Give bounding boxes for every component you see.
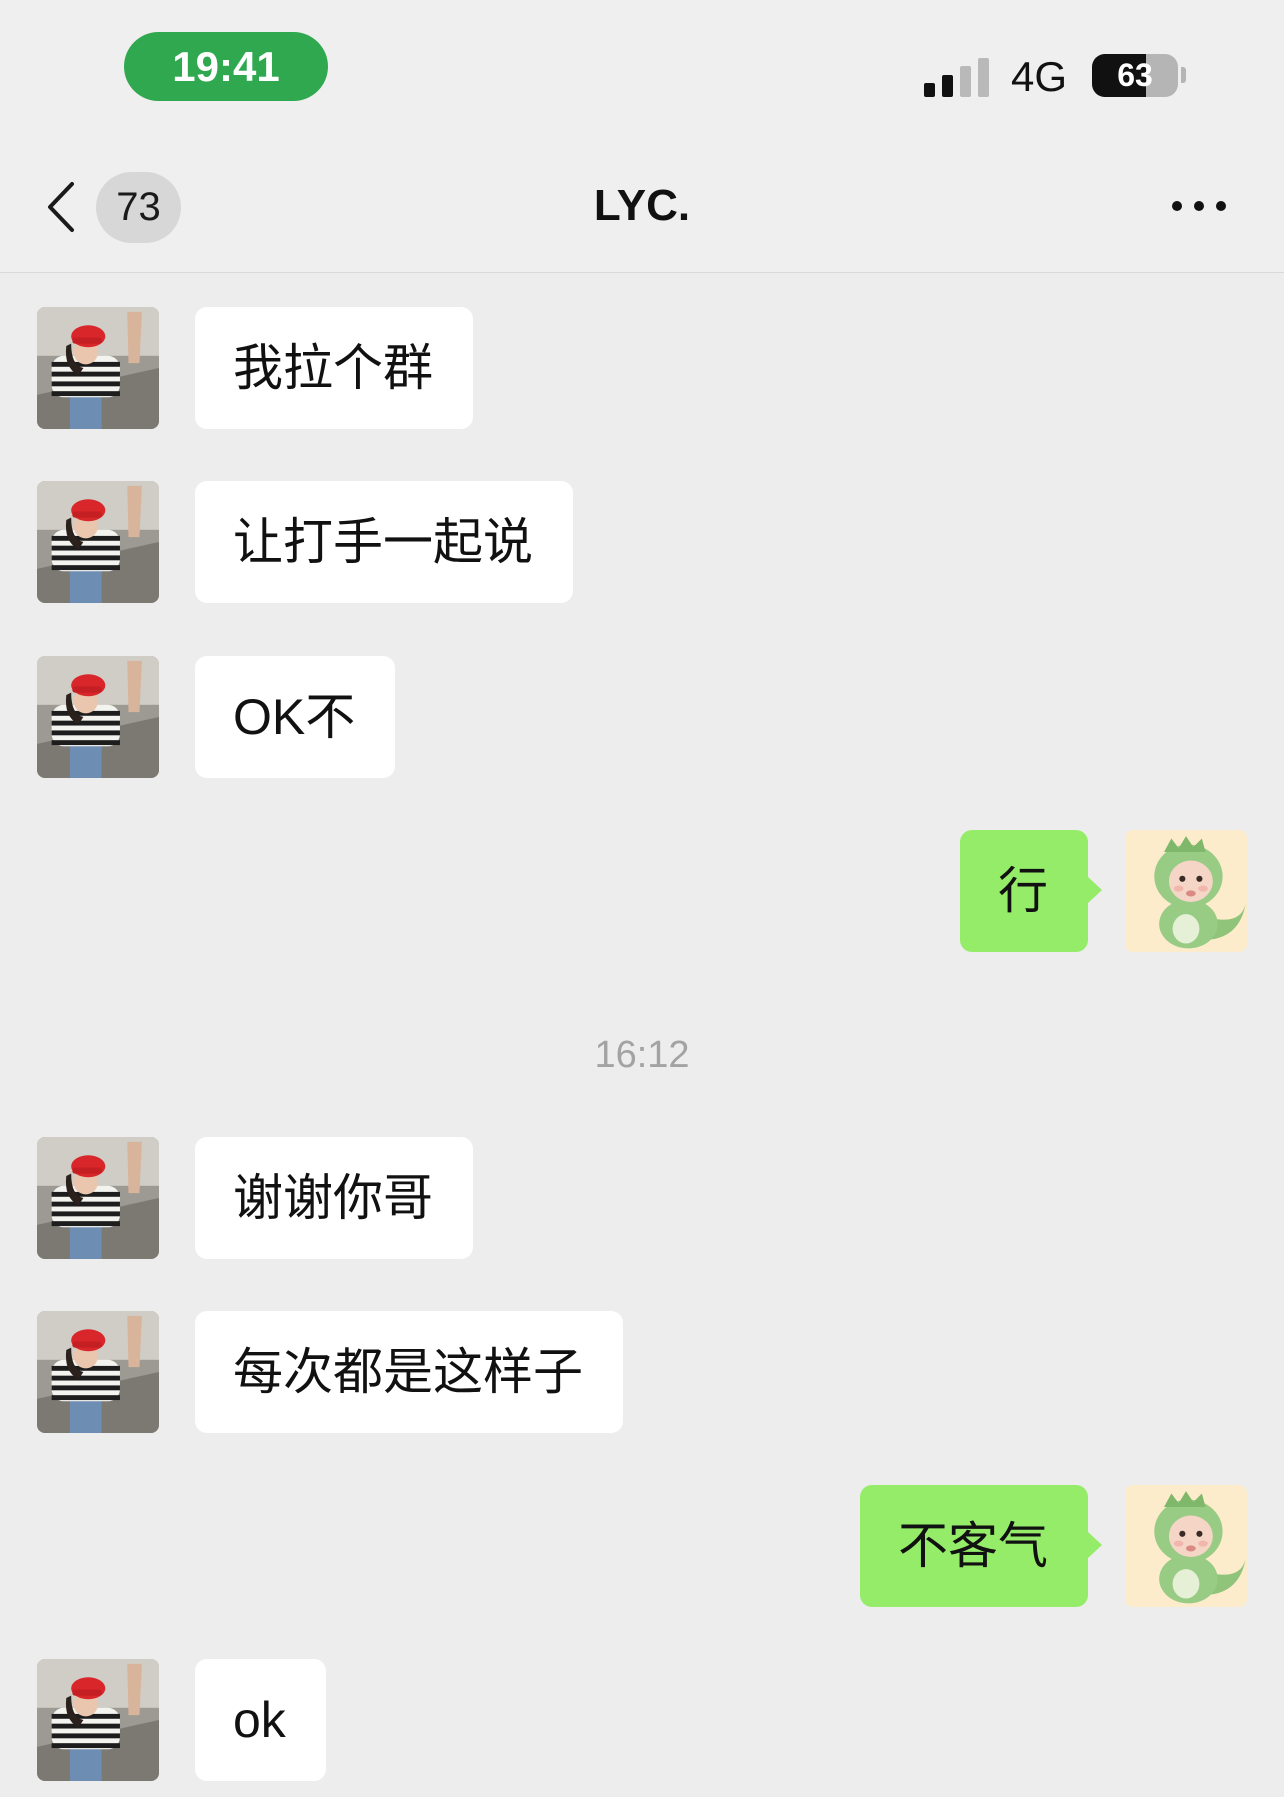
message-row: OK不 (0, 656, 1284, 778)
unread-count-badge[interactable]: 73 (96, 172, 181, 243)
contact-avatar[interactable] (37, 656, 159, 778)
battery-percent: 63 (1117, 57, 1153, 93)
incoming-message-bubble[interactable]: 让打手一起说 (195, 481, 573, 603)
incoming-message-bubble[interactable]: 谢谢你哥 (195, 1137, 473, 1259)
contact-avatar[interactable] (37, 1137, 159, 1259)
contact-avatar[interactable] (37, 1659, 159, 1781)
signal-icon (924, 57, 990, 97)
header-divider (0, 272, 1284, 273)
contact-avatar[interactable] (37, 1311, 159, 1433)
incoming-message-bubble[interactable]: ok (195, 1659, 326, 1781)
message-row: 不客气 (0, 1485, 1284, 1607)
outgoing-message-bubble[interactable]: 行 (960, 830, 1102, 952)
message-row: 我拉个群 (0, 307, 1284, 429)
signal-bar (978, 58, 989, 97)
message-row: 让打手一起说 (0, 481, 1284, 603)
contact-avatar[interactable] (37, 481, 159, 603)
time-divider: 16:12 (594, 1034, 690, 1076)
chevron-left-icon[interactable] (44, 181, 78, 233)
more-icon[interactable] (1168, 196, 1230, 216)
signal-bar (924, 83, 935, 97)
signal-bar (960, 66, 971, 97)
battery-icon: 63 (1092, 54, 1178, 97)
message-row: 行 (0, 830, 1284, 952)
battery-nub (1181, 67, 1186, 83)
status-time: 19:41 (124, 32, 328, 101)
signal-bar (942, 75, 953, 97)
chat-title: LYC. (593, 181, 691, 230)
message-row: 每次都是这样子 (0, 1311, 1284, 1433)
contact-avatar[interactable] (37, 307, 159, 429)
self-avatar[interactable] (1125, 830, 1247, 952)
network-type: 4G (1011, 53, 1068, 100)
self-avatar[interactable] (1125, 1485, 1247, 1607)
incoming-message-bubble[interactable]: OK不 (195, 656, 396, 778)
outgoing-message-bubble[interactable]: 不客气 (860, 1485, 1102, 1607)
message-row: 谢谢你哥 (0, 1137, 1284, 1259)
incoming-message-bubble[interactable]: 我拉个群 (195, 307, 473, 429)
incoming-message-bubble[interactable]: 每次都是这样子 (195, 1311, 623, 1433)
message-row: ok (0, 1659, 1284, 1781)
chat-screen: 19:41 4G 63 73 LYC. 我拉个群 让打手一起说 OK不 行 16… (0, 0, 1284, 1797)
